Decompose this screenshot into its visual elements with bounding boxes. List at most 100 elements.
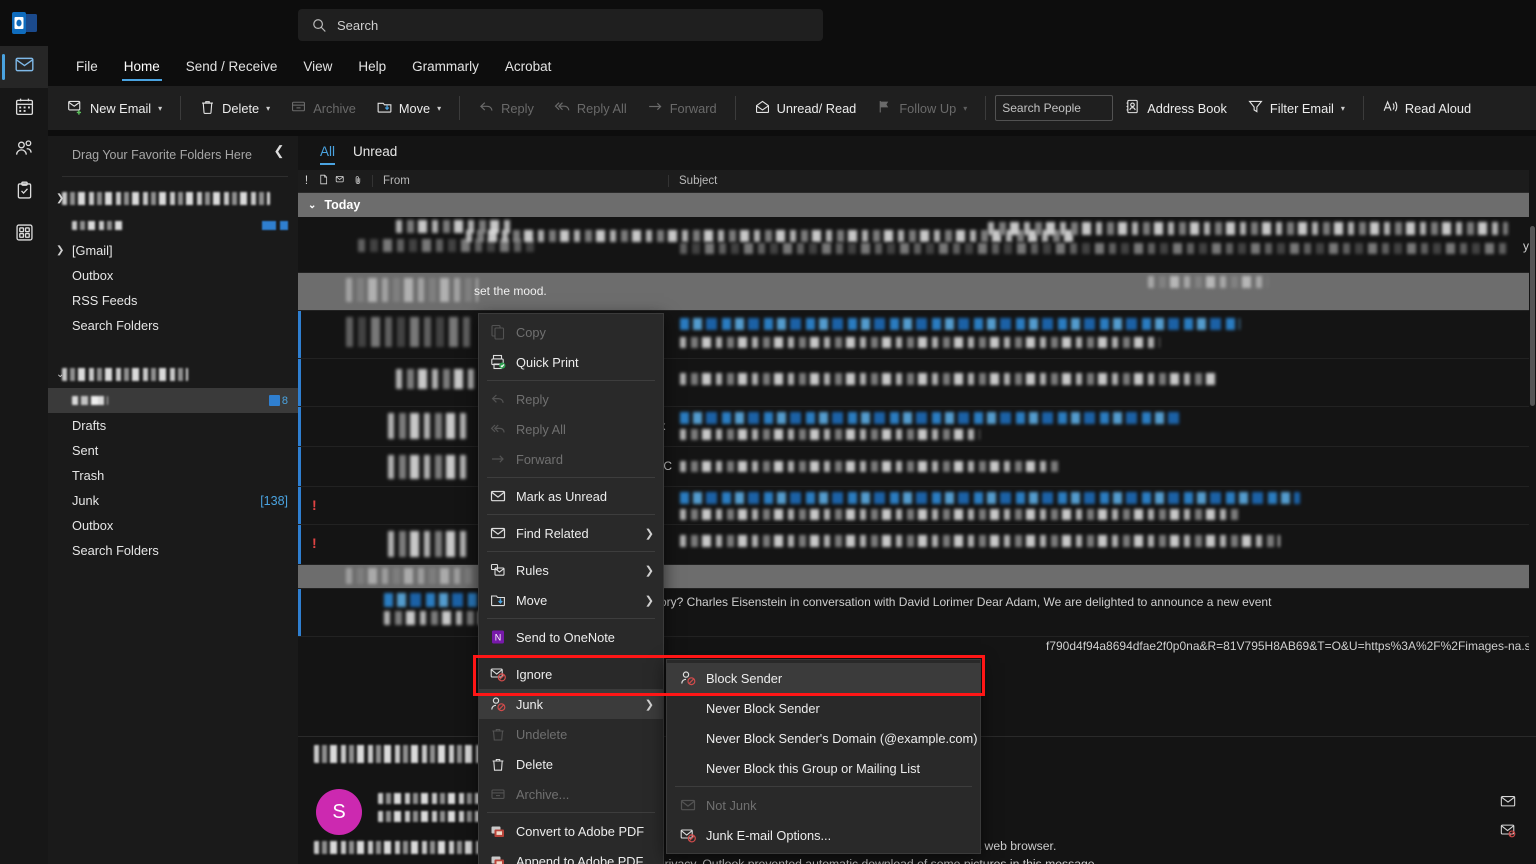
context-menu-item-rules[interactable]: Rules ❯ <box>479 555 663 585</box>
tab-grammarly[interactable]: Grammarly <box>402 53 489 80</box>
ribbon-separator <box>180 96 181 120</box>
address-book-button[interactable]: Address Book <box>1115 93 1236 123</box>
column-reminder-icon[interactable] <box>332 174 349 188</box>
folder-item-redacted-1[interactable] <box>48 213 298 238</box>
move-button[interactable]: Move ▾ <box>367 93 450 123</box>
submenu-item-never-block-sender[interactable]: Never Block Sender <box>667 693 980 723</box>
tab-acrobat[interactable]: Acrobat <box>495 53 562 80</box>
submenu-item-junk-email-options[interactable]: Junk E-mail Options... <box>667 820 980 850</box>
column-header-from[interactable]: From <box>372 175 668 187</box>
sidebar-item-rss-feeds[interactable]: RSS Feeds <box>48 288 298 313</box>
context-menu-item-move[interactable]: Move ❯ <box>479 585 663 615</box>
sidebar-item-search-folders-1[interactable]: Search Folders <box>48 313 298 338</box>
address-book-label: Address Book <box>1147 101 1227 116</box>
tab-view[interactable]: View <box>293 53 342 80</box>
folder-label-redacted <box>72 221 126 230</box>
context-menu-item-append-to-adobe-pdf[interactable]: Append to Adobe PDF <box>479 846 663 864</box>
context-menu-item-ignore[interactable]: Ignore <box>479 659 663 689</box>
rail-item-tasks[interactable] <box>0 172 48 214</box>
context-menu-label: Ignore <box>516 667 552 682</box>
submenu-item-block-sender[interactable]: Block Sender <box>667 663 980 693</box>
context-menu-label: Copy <box>516 325 546 340</box>
sidebar-item-outbox-2[interactable]: Outbox <box>48 513 298 538</box>
redacted-subject <box>1148 276 1268 288</box>
context-menu-item-junk[interactable]: Junk ❯ <box>479 689 663 719</box>
context-menu-separator <box>487 380 655 381</box>
message-group-today[interactable]: ⌄ Today <box>298 193 1536 217</box>
chevron-right-icon: ❯ <box>645 698 654 711</box>
onenote-icon: N <box>489 628 507 646</box>
forward-button: Forward <box>638 93 726 123</box>
blank-icon <box>679 729 697 747</box>
message-list-scrollbar[interactable] <box>1529 136 1536 736</box>
context-menu-item-convert-to-adobe-pdf[interactable]: Convert to Adobe PDF <box>479 816 663 846</box>
chevron-down-icon[interactable]: ⌄ <box>308 200 316 211</box>
chevron-down-icon[interactable]: ▾ <box>1341 104 1345 113</box>
submenu-item-never-block-senders-domain[interactable]: Never Block Sender's Domain (@example.co… <box>667 723 980 753</box>
sidebar-item-search-folders-2[interactable]: Search Folders <box>48 538 298 563</box>
chevron-left-icon[interactable]: ❮ <box>270 142 288 160</box>
chevron-down-icon[interactable]: ▾ <box>266 104 270 113</box>
tab-unread[interactable]: Unread <box>353 144 397 162</box>
read-aloud-button[interactable]: Read Aloud <box>1373 93 1480 123</box>
redacted-subject-right <box>988 222 1508 235</box>
sidebar-item-trash[interactable]: Trash <box>48 463 298 488</box>
column-importance-icon[interactable]: ! <box>298 175 315 187</box>
tab-all[interactable]: All <box>320 144 335 162</box>
rail-item-mail[interactable] <box>0 46 48 88</box>
column-document-icon[interactable] <box>315 174 332 188</box>
submenu-item-never-block-group-or-mailing-list[interactable]: Never Block this Group or Mailing List <box>667 753 980 783</box>
chevron-right-icon[interactable]: ❯ <box>56 245 64 256</box>
rail-item-more-apps[interactable] <box>0 214 48 256</box>
envelope-icon <box>679 796 697 814</box>
account-header-1[interactable]: ❯ <box>48 183 298 213</box>
folder-label: [Gmail] <box>72 243 113 258</box>
chevron-down-icon[interactable]: ▾ <box>158 104 162 113</box>
sidebar-item-sent[interactable]: Sent <box>48 438 298 463</box>
delete-button[interactable]: Delete ▾ <box>190 93 279 123</box>
envelope-icon <box>489 487 507 505</box>
context-menu-item-quick-print[interactable]: Quick Print <box>479 347 663 377</box>
junk-envelope-block-icon[interactable] <box>1500 822 1516 843</box>
favorites-hint-label: Drag Your Favorite Folders Here <box>72 148 252 162</box>
context-menu-item-send-to-onenote[interactable]: N Send to OneNote <box>479 622 663 652</box>
chevron-down-icon[interactable]: ▾ <box>437 104 441 113</box>
message-row[interactable]: yo <box>298 217 1536 273</box>
sidebar-item-gmail[interactable]: ❯ [Gmail] <box>48 238 298 263</box>
tab-help[interactable]: Help <box>348 53 396 80</box>
context-menu-item-find-related[interactable]: Find Related ❯ <box>479 518 663 548</box>
account-header-2[interactable]: ⌄ <box>48 360 298 388</box>
context-menu-label: Junk <box>516 697 543 712</box>
sidebar-item-drafts[interactable]: Drafts <box>48 413 298 438</box>
unread-read-button[interactable]: Unread/ Read <box>745 93 866 123</box>
tab-send-receive[interactable]: Send / Receive <box>176 53 288 80</box>
sidebar-item-outbox-1[interactable]: Outbox <box>48 263 298 288</box>
context-menu-label: Reply All <box>516 422 566 437</box>
favorites-drop-zone[interactable]: Drag Your Favorite Folders Here ❮ <box>48 136 298 174</box>
tab-file[interactable]: File <box>66 53 108 80</box>
chevron-right-icon: ❯ <box>645 527 654 540</box>
context-menu-item-mark-as-unread[interactable]: Mark as Unread <box>479 481 663 511</box>
context-menu-item-delete[interactable]: Delete <box>479 749 663 779</box>
new-email-button[interactable]: New Email ▾ <box>58 93 171 123</box>
context-menu-label: Append to Adobe PDF <box>516 854 643 864</box>
rail-item-people[interactable] <box>0 130 48 172</box>
tab-home[interactable]: Home <box>114 53 170 80</box>
folder-label: Search Folders <box>72 318 159 333</box>
reply-label: Reply <box>501 101 534 116</box>
search-input[interactable]: Search <box>298 9 823 41</box>
paperclip-icon[interactable] <box>349 175 366 188</box>
sidebar-item-inbox-selected[interactable]: 8 <box>48 388 298 413</box>
search-people-input[interactable]: Search People <box>995 95 1113 121</box>
column-header-subject[interactable]: Subject <box>668 175 1536 187</box>
svg-text:N: N <box>495 632 502 642</box>
search-icon <box>312 18 327 33</box>
message-row[interactable]: set the mood. <box>298 273 1536 311</box>
envelope-icon[interactable] <box>1500 793 1516 814</box>
scrollbar-thumb[interactable] <box>1530 226 1535 406</box>
rail-item-calendar[interactable] <box>0 88 48 130</box>
filter-email-button[interactable]: Filter Email ▾ <box>1238 93 1354 123</box>
sidebar-item-junk[interactable]: Junk [138] <box>48 488 298 513</box>
context-menu-item-archive: Archive... <box>479 779 663 809</box>
message-filter-tabs: All Unread <box>298 136 1536 170</box>
